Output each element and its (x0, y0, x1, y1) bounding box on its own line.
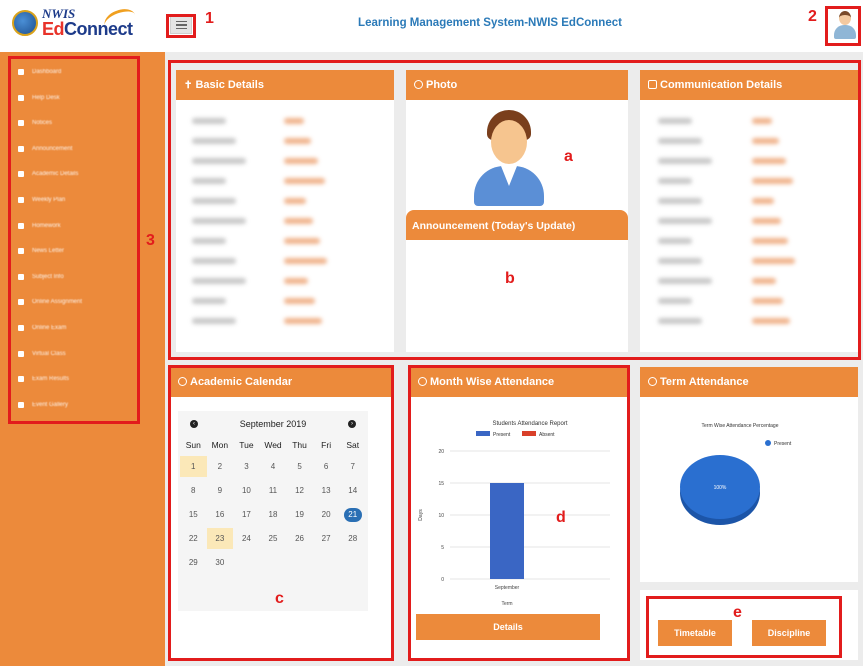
annotation-label-2: 2 (808, 8, 817, 25)
term-attendance-pie-chart: Term Wise Attendance Percentage Present 10… (680, 423, 792, 525)
annotation-label-a: a (564, 148, 573, 165)
annotation-label-1: 1 (205, 10, 214, 27)
term-attendance-header: Term Attendance (640, 367, 858, 397)
legend-label: Present (774, 441, 792, 447)
annotation-box-2 (825, 6, 861, 46)
annotation-box-3 (8, 56, 140, 424)
annotation-box-top (168, 60, 861, 360)
app-root: NWIS EdConnect Learning Management Syste… (0, 0, 863, 666)
legend-swatch (765, 440, 771, 446)
annotation-label-3: 3 (146, 232, 155, 249)
term-attendance-panel: Term Attendance Term Wise Attendance Per… (640, 367, 858, 582)
annotation-box-e (646, 596, 842, 658)
annotation-box-d (408, 365, 630, 661)
page-title: Learning Management System-NWIS EdConnec… (358, 17, 622, 29)
chart-title: Term Wise Attendance Percentage (702, 423, 779, 429)
logo[interactable]: NWIS EdConnect (12, 5, 139, 44)
annotation-label-c: c (275, 590, 284, 607)
clock-icon (648, 377, 657, 386)
annotation-label-e: e (733, 604, 742, 621)
top-bar: NWIS EdConnect Learning Management Syste… (0, 0, 863, 52)
pie-slice-label: 100% (714, 485, 727, 491)
annotation-box-1 (166, 14, 196, 38)
annotation-label-d: d (556, 509, 566, 526)
school-seal-icon (12, 10, 38, 36)
annotation-label-b: b (505, 270, 515, 287)
annotation-box-c (168, 365, 394, 661)
